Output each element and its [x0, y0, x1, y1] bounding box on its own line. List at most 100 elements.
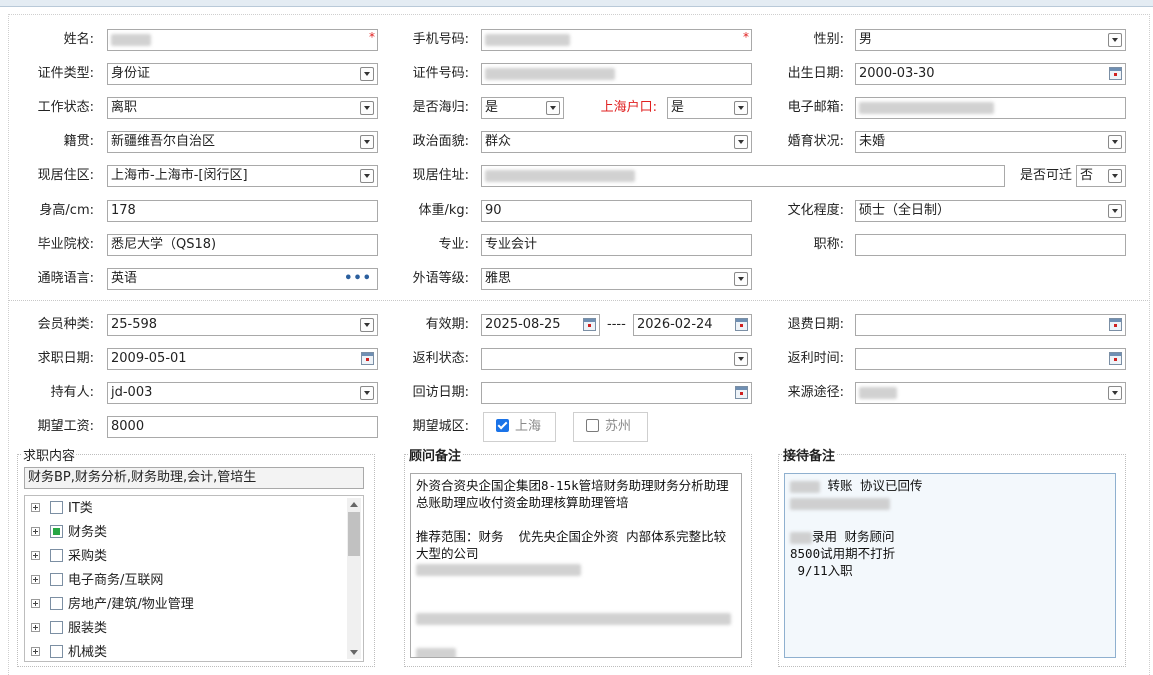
scrollbar-thumb[interactable] — [348, 512, 360, 556]
expand-plus-icon[interactable] — [31, 503, 40, 512]
job-summary-field[interactable]: 财务BP,财务分析,财务助理,会计,管培生 — [24, 467, 364, 489]
gender-value: 男 — [859, 32, 873, 47]
language-label: 通晓语言: — [37, 271, 94, 286]
calendar-icon[interactable] — [583, 318, 596, 331]
phone-input[interactable]: * — [481, 29, 752, 51]
chevron-down-icon[interactable] — [1108, 169, 1122, 183]
calendar-icon[interactable] — [735, 386, 748, 399]
tree-checkbox-icon[interactable] — [50, 573, 63, 586]
valid-from-input[interactable]: 2025-08-25 — [481, 314, 600, 336]
rebate-status-select[interactable] — [481, 348, 752, 370]
chevron-down-icon[interactable] — [1108, 135, 1122, 149]
tree-node[interactable]: 房地产/建筑/物业管理 — [31, 593, 194, 617]
refund-date-input[interactable] — [855, 314, 1126, 336]
language-picker[interactable]: 英语 ••• — [107, 268, 378, 290]
scroll-down-icon[interactable] — [350, 650, 358, 655]
education-select[interactable]: 硕士（全日制） — [855, 200, 1126, 222]
chevron-down-icon[interactable] — [360, 135, 374, 149]
calendar-icon[interactable] — [361, 352, 374, 365]
tree-checkbox-icon[interactable] — [50, 645, 63, 658]
calendar-icon[interactable] — [1109, 318, 1122, 331]
chevron-down-icon[interactable] — [734, 135, 748, 149]
city-option-shanghai[interactable]: 上海 — [483, 412, 556, 442]
calendar-icon[interactable] — [735, 318, 748, 331]
birth-date-input[interactable]: 2000-03-30 — [855, 63, 1126, 85]
calendar-icon[interactable] — [1109, 352, 1122, 365]
work-status-select[interactable]: 离职 — [107, 97, 378, 119]
tree-node[interactable]: 服装类 — [31, 617, 107, 641]
politics-select[interactable]: 群众 — [481, 131, 752, 153]
city-option-suzhou[interactable]: 苏州 — [573, 412, 648, 442]
chevron-down-icon[interactable] — [1108, 386, 1122, 400]
returnee-select[interactable]: 是 — [481, 97, 564, 119]
member-type-label: 会员种类: — [37, 317, 94, 332]
expand-plus-icon[interactable] — [31, 575, 40, 584]
chevron-down-icon[interactable] — [360, 101, 374, 115]
expand-plus-icon[interactable] — [31, 599, 40, 608]
checkbox-icon[interactable] — [586, 419, 599, 432]
chevron-down-icon[interactable] — [360, 318, 374, 332]
gender-label: 性别: — [813, 32, 844, 47]
rebate-time-input[interactable] — [855, 348, 1126, 370]
tree-checkbox-icon[interactable] — [50, 597, 63, 610]
salary-input[interactable]: 8000 — [107, 416, 378, 438]
holder-select[interactable]: jd-003 — [107, 382, 378, 404]
relocate-select[interactable]: 否 — [1076, 165, 1126, 187]
expand-plus-icon[interactable] — [31, 527, 40, 536]
chevron-down-icon[interactable] — [734, 352, 748, 366]
visit-date-input[interactable] — [481, 382, 752, 404]
id-type-select[interactable]: 身份证 — [107, 63, 378, 85]
tree-checkbox-icon[interactable] — [50, 621, 63, 634]
valid-to-input[interactable]: 2026-02-24 — [633, 314, 752, 336]
tree-node[interactable]: IT类 — [31, 497, 93, 521]
chevron-down-icon[interactable] — [546, 101, 560, 115]
tree-node[interactable]: 采购类 — [31, 545, 107, 569]
chevron-down-icon[interactable] — [360, 169, 374, 183]
chevron-down-icon[interactable] — [360, 386, 374, 400]
tree-node-label: 房地产/建筑/物业管理 — [68, 597, 194, 612]
more-dots-icon[interactable]: ••• — [344, 269, 372, 289]
gender-select[interactable]: 男 — [855, 29, 1126, 51]
member-type-select[interactable]: 25-598 — [107, 314, 378, 336]
tree-node[interactable]: 电子商务/互联网 — [31, 569, 163, 593]
job-category-tree[interactable]: IT类 财务类 采购类 电子商务/互联网 房地产/建筑/物业管理 服装类 机械类 — [24, 495, 364, 662]
email-input[interactable] — [855, 97, 1126, 119]
tree-scrollbar[interactable] — [347, 498, 361, 659]
scroll-up-icon[interactable] — [350, 502, 358, 507]
name-input[interactable]: * — [107, 29, 378, 51]
tree-node[interactable]: 机械类 — [31, 641, 107, 661]
tree-checkbox-partial-icon[interactable] — [50, 525, 63, 538]
chevron-down-icon[interactable] — [1108, 204, 1122, 218]
school-input[interactable]: 悉尼大学（QS18) — [107, 234, 378, 256]
sh-hukou-select[interactable]: 是 — [667, 97, 752, 119]
source-select[interactable] — [855, 382, 1126, 404]
checkbox-checked-icon[interactable] — [496, 419, 509, 432]
chevron-down-icon[interactable] — [734, 272, 748, 286]
tree-node-label: 电子商务/互联网 — [68, 573, 164, 588]
job-date-input[interactable]: 2009-05-01 — [107, 348, 378, 370]
address-input[interactable] — [481, 165, 1005, 187]
tree-node-label: 服装类 — [68, 621, 108, 636]
chevron-down-icon[interactable] — [1108, 33, 1122, 47]
tree-node[interactable]: 财务类 — [31, 521, 107, 545]
expand-plus-icon[interactable] — [31, 551, 40, 560]
calendar-icon[interactable] — [1109, 67, 1122, 80]
title-input[interactable] — [855, 234, 1126, 256]
weight-input[interactable]: 90 — [481, 200, 752, 222]
reception-notes-textarea[interactable]: 转账 协议已回传 录用 财务顾问 8500试用期不打折 9/11入职 — [784, 473, 1116, 658]
chevron-down-icon[interactable] — [360, 67, 374, 81]
area-select[interactable]: 上海市-上海市-[闵行区] — [107, 165, 378, 187]
lang-level-select[interactable]: 雅思 — [481, 268, 752, 290]
expand-plus-icon[interactable] — [31, 623, 40, 632]
expand-plus-icon[interactable] — [31, 647, 40, 656]
native-select[interactable]: 新疆维吾尔自治区 — [107, 131, 378, 153]
height-input[interactable]: 178 — [107, 200, 378, 222]
tree-checkbox-icon[interactable] — [50, 549, 63, 562]
id-number-input[interactable] — [481, 63, 752, 85]
advisor-notes-textarea[interactable]: 外资合资央企国企集团8-15k管培财务助理财务分析助理总账助理应收付资金助理核算… — [410, 473, 742, 658]
tree-checkbox-icon[interactable] — [50, 501, 63, 514]
major-input[interactable]: 专业会计 — [481, 234, 752, 256]
chevron-down-icon[interactable] — [734, 101, 748, 115]
marital-select[interactable]: 未婚 — [855, 131, 1126, 153]
advisor-panel-title: 顾问备注 — [408, 445, 463, 464]
